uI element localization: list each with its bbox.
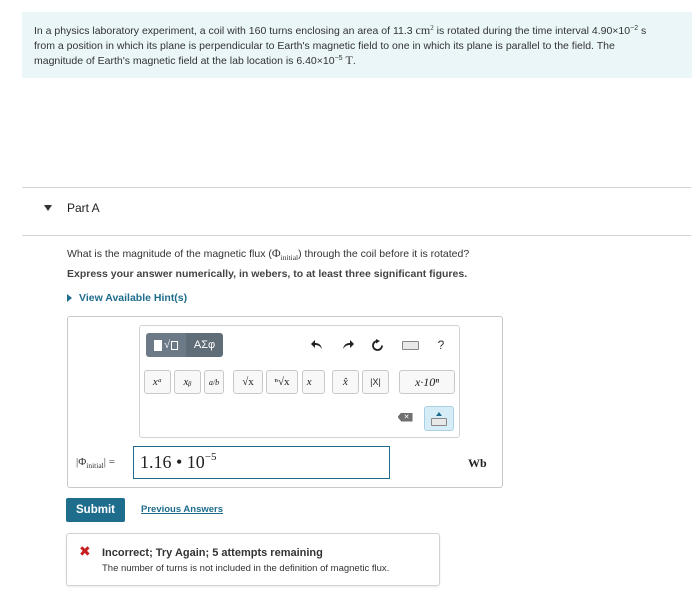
problem-statement: In a physics laboratory experiment, a co… — [22, 12, 692, 78]
template-block-icon — [153, 339, 162, 351]
problem-line-3: magnitude of Earth's magnetic field at t… — [34, 53, 356, 67]
subscript-button[interactable]: xᵦ — [174, 370, 201, 394]
previous-answers-link[interactable]: Previous Answers — [141, 504, 223, 515]
view-hints-link[interactable]: View Available Hint(s) — [67, 292, 187, 304]
undo-icon[interactable] — [308, 336, 326, 354]
help-button[interactable]: ? — [432, 336, 450, 354]
arrow-up-icon — [436, 411, 442, 416]
redo-icon[interactable] — [339, 336, 357, 354]
templates-button[interactable]: √ — [146, 333, 186, 357]
collapse-triangle-icon — [44, 205, 52, 211]
error-x-icon: ✖ — [79, 544, 91, 560]
sqrt-button[interactable]: √x — [233, 370, 263, 394]
unit-vector-button[interactable]: x̂ — [332, 370, 359, 394]
part-divider-bottom — [22, 235, 691, 236]
feedback-message: The number of turns is not included in t… — [102, 563, 390, 574]
backspace-icon: ✕ — [397, 412, 413, 422]
feedback-box: ✖ Incorrect; Try Again; 5 attempts remai… — [66, 533, 440, 586]
answer-label: |Φinitial| = — [76, 456, 115, 471]
feedback-title: Incorrect; Try Again; 5 attempts remaini… — [102, 547, 323, 559]
greek-symbols-button[interactable]: ΑΣφ — [186, 333, 223, 357]
problem-line-1: In a physics laboratory experiment, a co… — [34, 23, 647, 37]
answer-unit: Wb — [468, 456, 487, 470]
keyboard-icon — [431, 417, 447, 426]
answer-instruction: Express your answer numerically, in webe… — [67, 268, 468, 280]
template-box-icon — [171, 340, 179, 350]
nth-root-button[interactable]: ⁿ√x — [266, 370, 298, 394]
part-divider-top — [22, 187, 691, 188]
fraction-button[interactable]: a/b — [204, 370, 224, 394]
part-a-header[interactable]: Part A — [44, 201, 100, 215]
keyboard-icon[interactable] — [399, 338, 421, 352]
scientific-notation-button[interactable]: x·10ⁿ — [399, 370, 455, 394]
delete-button[interactable]: ✕ — [393, 406, 417, 428]
reset-icon[interactable] — [368, 336, 386, 354]
question-text: What is the magnitude of the magnetic fl… — [67, 246, 470, 263]
keyboard-toggle-button[interactable] — [424, 406, 454, 431]
absolute-value-button[interactable]: |X| — [362, 370, 389, 394]
superscript-button[interactable]: xᵃ — [144, 370, 171, 394]
area-unit: cm2 — [415, 23, 434, 37]
part-title: Part A — [67, 201, 100, 215]
expand-triangle-icon — [67, 294, 72, 302]
math-toolbar: √ ΑΣφ ? xᵃ xᵦ a/b √x ⁿ√x x⃗ x̂ |X| x·10ⁿ… — [139, 325, 460, 438]
problem-line-2: from a position in which its plane is pe… — [34, 39, 615, 52]
sqrt-template-icon: √ — [163, 339, 171, 351]
answer-input[interactable]: 1.16 • 10−5 — [133, 446, 390, 479]
vector-button[interactable]: x⃗ — [302, 370, 325, 394]
submit-button[interactable]: Submit — [66, 498, 125, 522]
